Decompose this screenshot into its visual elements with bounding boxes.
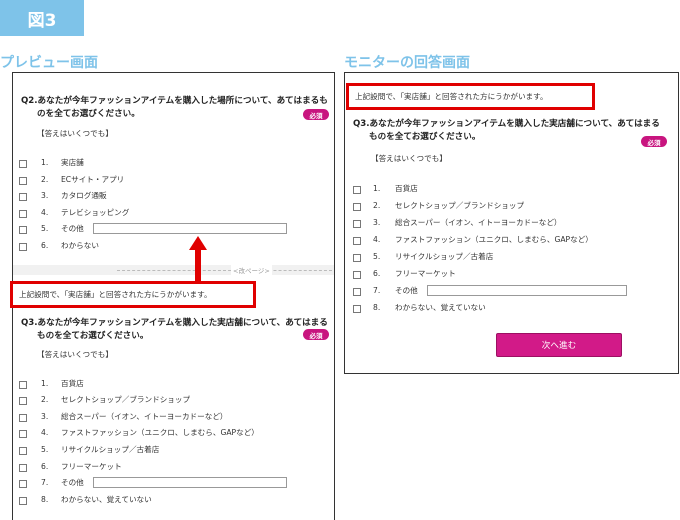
q3-hint: 【答えはいくつでも】 — [37, 350, 113, 359]
option-number: 1. — [41, 379, 49, 388]
checkbox[interactable] — [19, 160, 27, 168]
checkbox[interactable] — [19, 193, 27, 201]
preview-condition-message: 上記設問で、「実店舗」と回答された方にうかがいます。 — [10, 281, 256, 308]
checkbox[interactable] — [353, 220, 361, 228]
option-number: 3. — [41, 191, 49, 200]
arrow-up-icon — [189, 236, 207, 250]
option-number: 5. — [41, 224, 49, 233]
checkbox[interactable] — [353, 203, 361, 211]
option-label: わからない、覚えていない — [61, 495, 152, 504]
q3-title-line1: Q3.あなたが今年ファッションアイテムを購入した実店舗について、あてはまる — [21, 318, 328, 328]
option-number: 4. — [41, 208, 49, 217]
checkbox[interactable] — [19, 397, 27, 405]
option-number: 4. — [373, 235, 381, 244]
q3-title: Q3.あなたが今年ファッションアイテムを購入した実店舗について、あてはまる もの… — [21, 317, 331, 343]
checkbox[interactable] — [353, 186, 361, 194]
option-number: 1. — [373, 184, 381, 193]
monitor-heading: モニターの回答画面 — [344, 55, 470, 71]
checkbox[interactable] — [19, 243, 27, 251]
option-number: 8. — [373, 303, 381, 312]
checkbox[interactable] — [19, 480, 27, 488]
next-button[interactable]: 次へ進む — [496, 333, 622, 357]
option-label: 総合スーパー（イオン、イトーヨーカドーなど） — [395, 218, 562, 227]
option-label: フリーマーケット — [61, 462, 122, 471]
option-label: リサイクルショップ／古着店 — [61, 445, 160, 454]
q2-title-line1: Q2.あなたが今年ファッションアイテムを購入した場所について、あてはまるも — [21, 96, 328, 106]
option-number: 3. — [41, 412, 49, 421]
option-label: ECサイト・アプリ — [61, 175, 125, 184]
q3-required-badge: 必須 — [303, 329, 329, 340]
option-number: 1. — [41, 158, 49, 167]
checkbox[interactable] — [353, 237, 361, 245]
option-label: テレビショッピング — [61, 208, 130, 217]
option-label: 実店舗 — [61, 158, 84, 167]
option-number: 5. — [373, 252, 381, 261]
checkbox[interactable] — [19, 447, 27, 455]
option-number: 6. — [41, 241, 49, 250]
checkbox[interactable] — [19, 497, 27, 505]
option-label: ファストファッション（ユニクロ、しまむら、GAPなど） — [395, 235, 593, 244]
option-label: 総合スーパー（イオン、イトーヨーカドーなど） — [61, 412, 228, 421]
q2-title: Q2.あなたが今年ファッションアイテムを購入した場所について、あてはまるも のを… — [21, 95, 331, 121]
monitor-panel: Q3.あなたが今年ファッションアイテムを購入した実店舗について、あてはまる もの… — [344, 72, 679, 374]
option-label: リサイクルショップ／古着店 — [395, 252, 494, 261]
option-number: 6. — [373, 269, 381, 278]
monitor-q3-title-line1: Q3.あなたが今年ファッションアイテムを購入した実店舗について、あてはまる — [353, 119, 660, 129]
option-label: わからない、覚えていない — [395, 303, 486, 312]
option-label: その他 — [395, 286, 418, 295]
page-break-line — [117, 270, 332, 271]
option-label: セレクトショップ／ブランドショップ — [395, 201, 525, 210]
checkbox[interactable] — [353, 305, 361, 313]
preview-heading: プレビュー画面 — [0, 55, 98, 71]
option-number: 2. — [373, 201, 381, 210]
monitor-q3-title-line2: ものを全てお選びください。 — [369, 132, 481, 142]
option-number: 7. — [373, 286, 381, 295]
option-number: 7. — [41, 478, 49, 487]
checkbox[interactable] — [19, 381, 27, 389]
q2-required-badge: 必須 — [303, 109, 329, 120]
monitor-condition-message: 上記設問で、「実店舗」と回答された方にうかがいます。 — [346, 83, 595, 110]
monitor-q3-hint: 【答えはいくつでも】 — [371, 154, 447, 163]
checkbox[interactable] — [19, 414, 27, 422]
option-label: ファストファッション（ユニクロ、しまむら、GAPなど） — [61, 428, 259, 437]
option-label: カタログ通販 — [61, 191, 107, 200]
option-number: 2. — [41, 175, 49, 184]
q2-hint: 【答えはいくつでも】 — [37, 129, 113, 138]
other-text-input[interactable] — [427, 285, 627, 296]
checkbox[interactable] — [19, 430, 27, 438]
monitor-q3-required-badge: 必須 — [641, 136, 667, 147]
checkbox[interactable] — [19, 226, 27, 234]
arrow-shaft — [195, 249, 201, 281]
q3-title-line2: ものを全てお選びください。 — [37, 331, 149, 341]
other-text-input[interactable] — [93, 223, 287, 234]
option-number: 2. — [41, 395, 49, 404]
checkbox[interactable] — [353, 254, 361, 262]
option-number: 6. — [41, 462, 49, 471]
option-number: 5. — [41, 445, 49, 454]
option-label: わからない — [61, 241, 99, 250]
option-number: 8. — [41, 495, 49, 504]
option-label: セレクトショップ／ブランドショップ — [61, 395, 191, 404]
checkbox[interactable] — [19, 464, 27, 472]
q2-title-line2: のを全てお選びください。 — [37, 109, 140, 119]
option-label: 百貨店 — [61, 379, 84, 388]
option-label: フリーマーケット — [395, 269, 456, 278]
checkbox[interactable] — [19, 210, 27, 218]
option-label: その他 — [61, 478, 84, 487]
checkbox[interactable] — [19, 177, 27, 185]
checkbox[interactable] — [353, 288, 361, 296]
other-text-input[interactable] — [93, 477, 287, 488]
page-break-label: <改ページ> — [231, 265, 272, 275]
option-label: その他 — [61, 224, 84, 233]
option-number: 3. — [373, 218, 381, 227]
option-number: 4. — [41, 428, 49, 437]
checkbox[interactable] — [353, 271, 361, 279]
figure-label: 図3 — [0, 0, 84, 36]
monitor-q3-title: Q3.あなたが今年ファッションアイテムを購入した実店舗について、あてはまる もの… — [353, 118, 675, 144]
option-label: 百貨店 — [395, 184, 418, 193]
